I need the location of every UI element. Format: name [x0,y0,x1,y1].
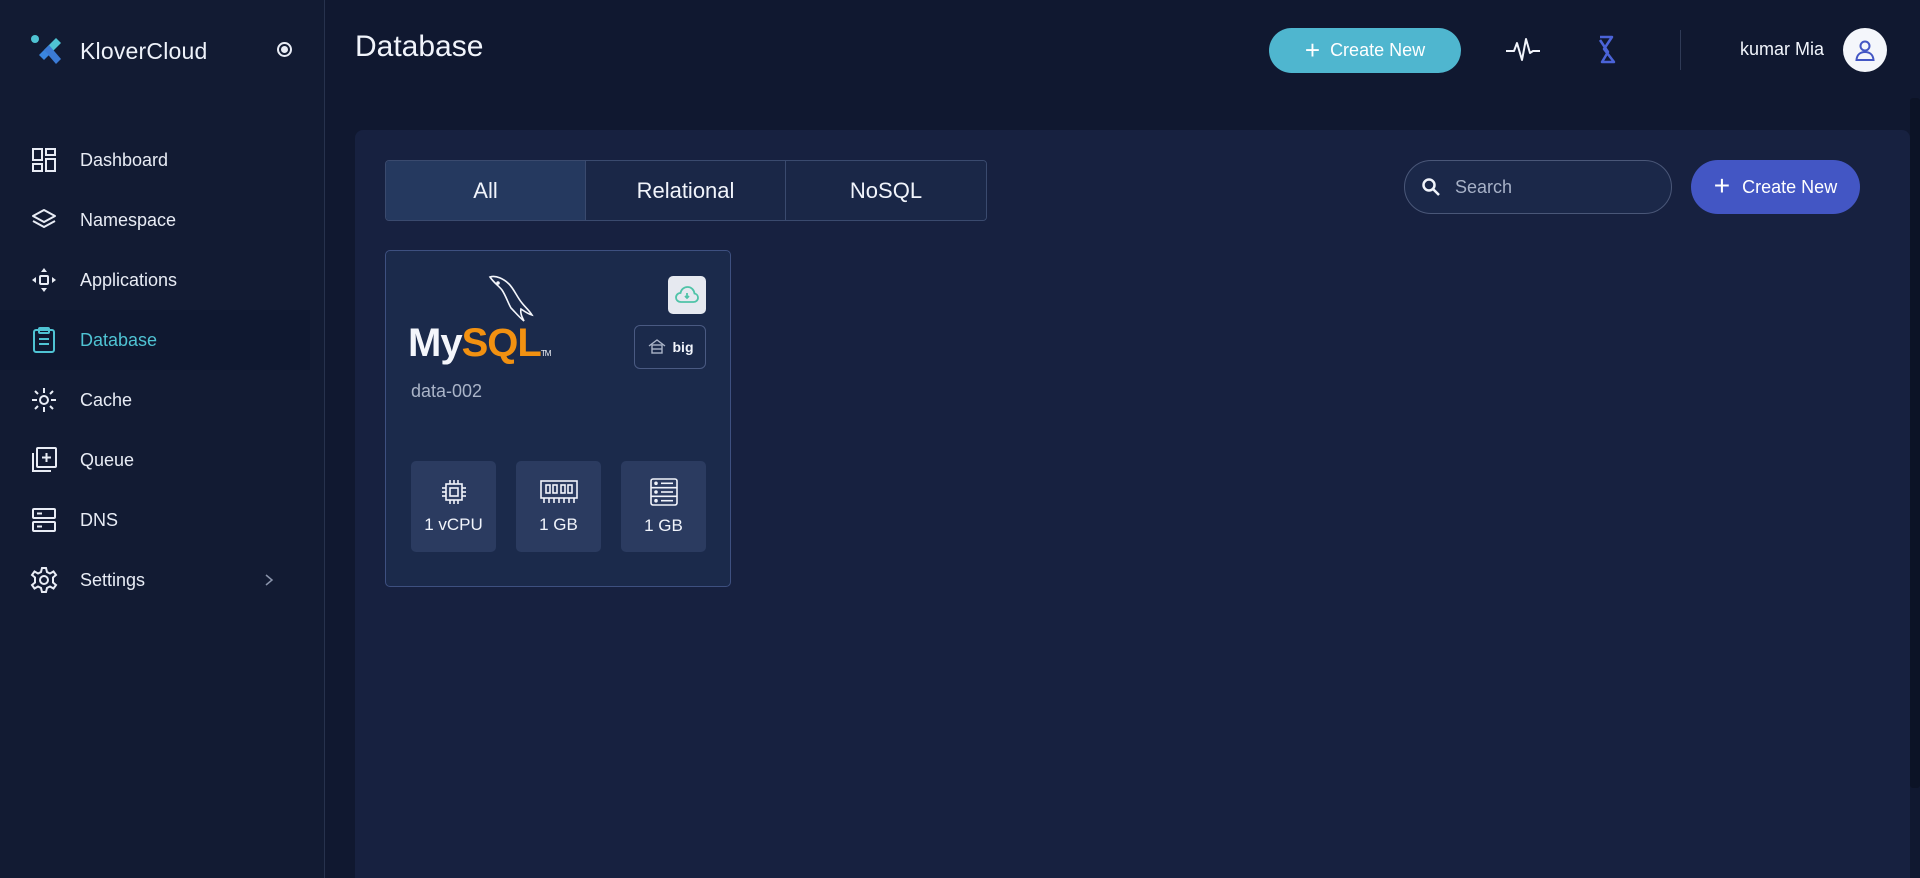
header-divider [1680,30,1681,70]
mysql-wordmark-my: My [408,321,463,365]
storage-icon [649,478,678,506]
sidebar-item-namespace[interactable]: Namespace [0,190,325,250]
cache-icon [30,386,58,414]
sidebar-item-label: Queue [80,449,135,470]
main-scrollbar[interactable] [1910,98,1920,788]
sidebar-item-database[interactable]: Database [0,310,310,370]
user-icon [1855,40,1875,61]
spec-memory: 1 GB [516,461,601,552]
klovercloud-logo-icon [31,35,61,64]
sidebar-item-cache[interactable]: Cache [0,370,325,430]
cloud-icon [675,286,699,303]
clipboard-icon [30,326,58,354]
avatar[interactable] [1843,28,1887,72]
dashboard-icon [30,146,58,174]
sidebar: KloverCloud Dashboard Namespace Applicat… [0,0,325,878]
main-area: Database + Create New kumar Mia All Rela… [325,0,1920,878]
brand[interactable]: KloverCloud [30,34,208,68]
sidebar-item-dns[interactable]: DNS [0,490,325,550]
hourglass-icon[interactable] [1589,34,1625,66]
sidebar-item-label: Dashboard [80,149,169,170]
database-list-panel: All Relational NoSQL + Create New [355,130,1910,878]
applications-icon [30,266,58,294]
spec-cpu: 1 vCPU [411,461,496,552]
sidebar-item-label: Namespace [80,209,177,230]
gear-icon [30,566,58,594]
plus-icon: + [1713,170,1731,201]
size-badge-label: big [672,339,694,355]
tab-relational[interactable]: Relational [586,161,786,220]
database-name: data-002 [411,381,483,401]
sidebar-toggle-icon[interactable] [277,42,292,57]
layers-icon [30,206,58,234]
search-icon [1422,178,1440,196]
database-filter-tabs: All Relational NoSQL [385,160,987,221]
cloud-status-badge [668,276,706,314]
page-title: Database [355,30,484,63]
brand-name: KloverCloud [80,37,208,64]
tab-all[interactable]: All [386,161,586,220]
plus-icon: + [1304,34,1321,65]
chevron-right-icon [265,574,274,586]
spec-memory-label: 1 GB [539,515,578,534]
cpu-icon [441,480,466,504]
sidebar-item-label: Settings [80,569,146,590]
memory-icon [539,480,578,503]
server-icon [30,506,58,534]
activity-icon[interactable] [1505,34,1541,66]
sidebar-item-queue[interactable]: Queue [0,430,325,490]
sidebar-item-settings[interactable]: Settings [0,550,325,610]
header-create-new-button[interactable]: + Create New [1269,28,1461,73]
mysql-wordmark: MySQLTM [408,321,552,366]
create-new-database-label: Create New [1742,176,1838,197]
sidebar-item-label: Cache [80,389,133,410]
spec-cpu-label: 1 vCPU [424,515,483,534]
sidebar-item-dashboard[interactable]: Dashboard [0,130,325,190]
header-create-new-label: Create New [1330,40,1426,60]
spec-storage-label: 1 GB [644,516,683,535]
sidebar-item-applications[interactable]: Applications [0,250,325,310]
home-icon [648,339,665,354]
search-box[interactable] [1404,160,1672,214]
sidebar-nav: Dashboard Namespace Applications Databas… [0,130,325,610]
sidebar-item-label: DNS [80,509,119,530]
database-card[interactable]: MySQLTM big data-002 1 vCPU 1 GB 1 GB [385,250,731,587]
size-badge: big [634,325,706,369]
mysql-wordmark-tm: TM [540,349,552,358]
sidebar-item-label: Database [80,329,158,350]
tab-nosql[interactable]: NoSQL [786,161,986,220]
user-name[interactable]: kumar Mia [1740,39,1824,60]
queue-icon [30,446,58,474]
mysql-wordmark-sql: SQL [461,321,542,365]
sidebar-item-label: Applications [80,269,178,290]
create-new-database-button[interactable]: + Create New [1691,160,1860,214]
search-input[interactable] [1455,176,1645,198]
spec-storage: 1 GB [621,461,706,552]
